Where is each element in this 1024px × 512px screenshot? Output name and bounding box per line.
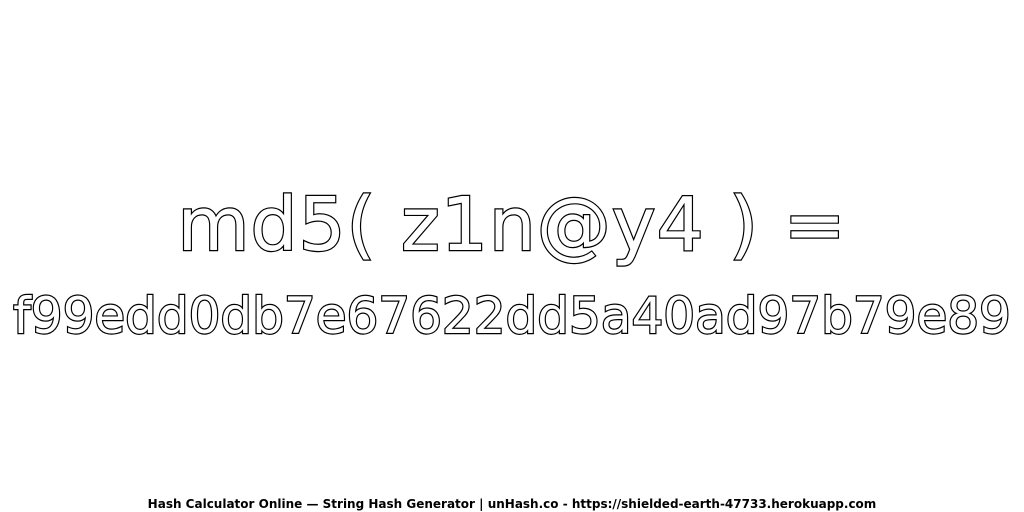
hash-image-canvas: md5( z1n@y4 ) = f99edd0db7e67622dd5a40ad… <box>0 0 1024 512</box>
footer-caption: Hash Calculator Online — String Hash Gen… <box>147 497 877 511</box>
md5-hash-value: f99edd0db7e67622dd5a40ad97b79e89 <box>12 286 1012 346</box>
md5-expression: md5( z1n@y4 ) = <box>176 181 847 269</box>
